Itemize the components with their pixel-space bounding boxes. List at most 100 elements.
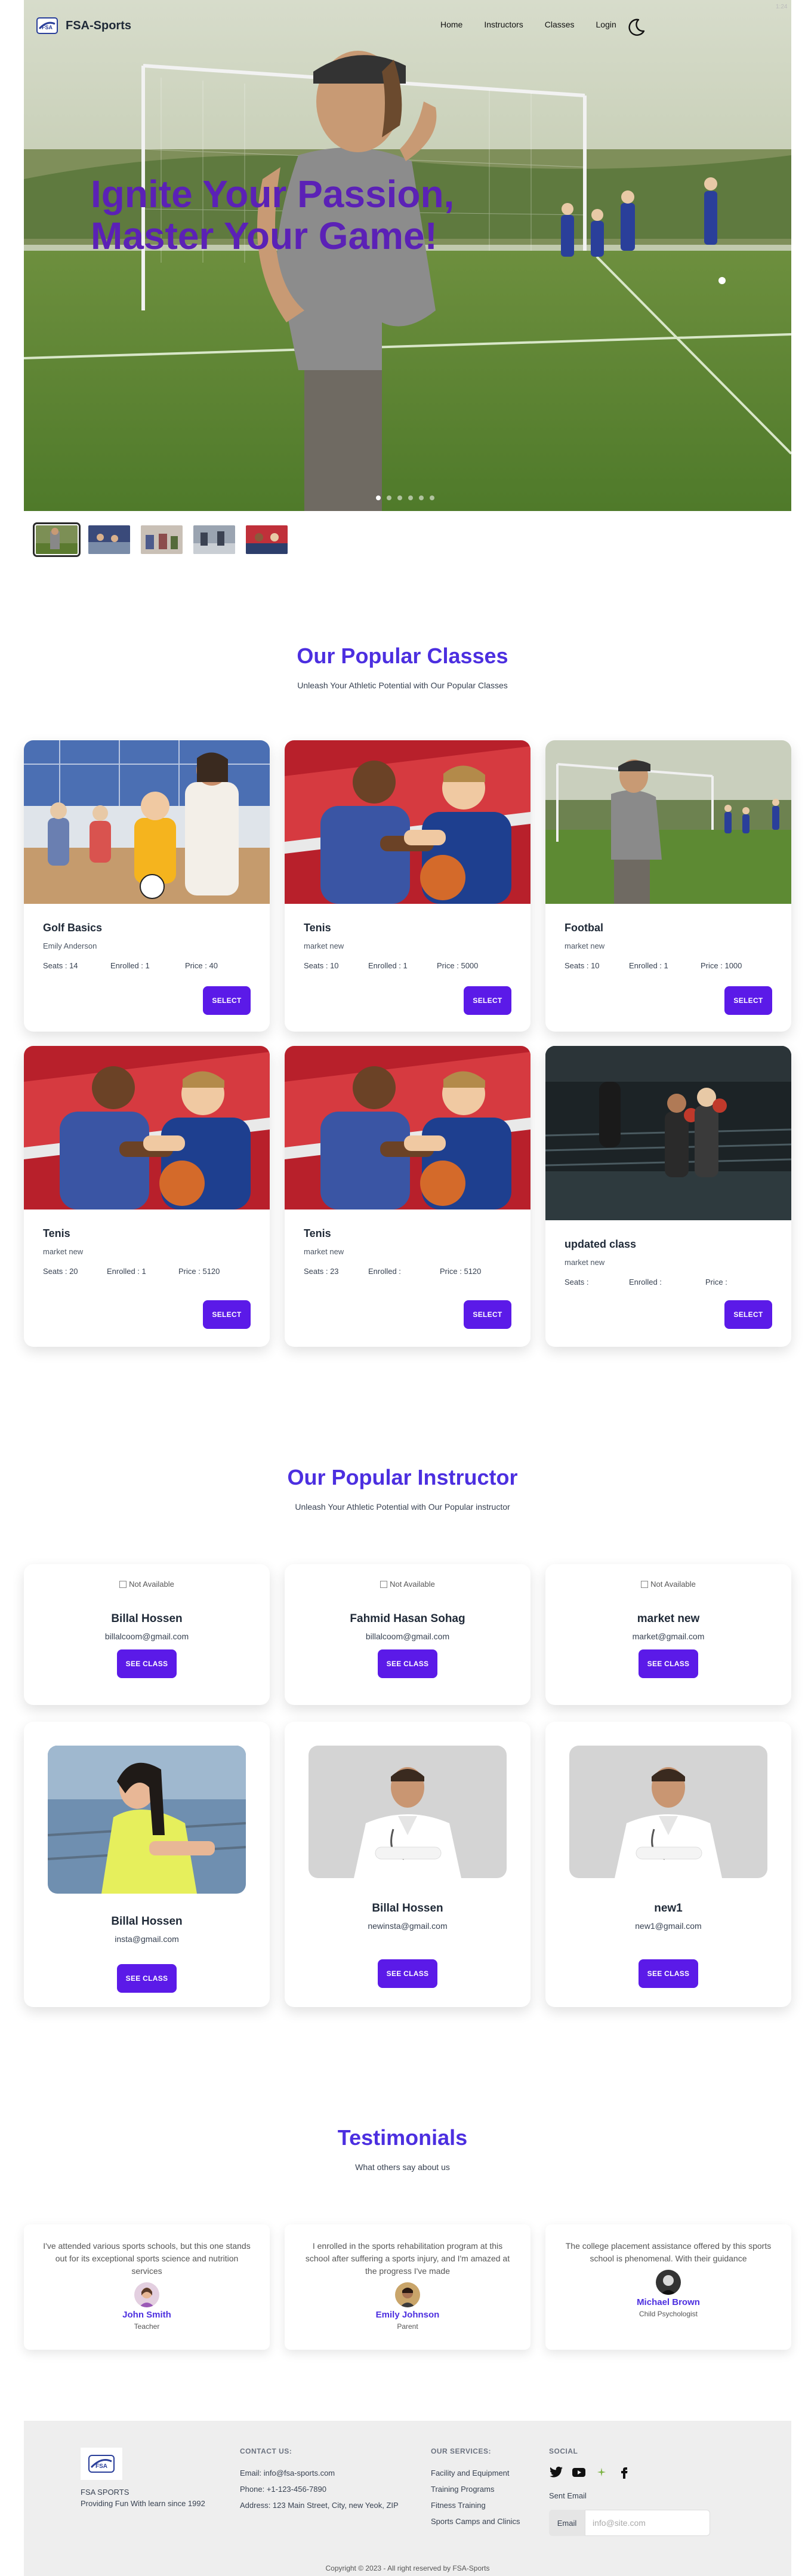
enrolled-value: 1 [145,961,150,970]
moon-icon[interactable] [625,17,647,38]
class-image [545,1046,791,1220]
footer-service-link[interactable]: Training Programs [431,2485,520,2494]
select-class-button[interactable]: SELECT [724,1300,772,1329]
footer-contact-phone[interactable]: Phone: +1-123-456-7890 [240,2485,399,2494]
select-class-button[interactable]: SELECT [724,986,772,1015]
instructor-email: insta@gmail.com [115,1934,179,1944]
select-class-button[interactable]: SELECT [464,1300,511,1329]
class-name: Tenis [304,922,331,934]
copyright: Copyright © 2023 - All right reserved by… [325,2564,490,2572]
select-class-button[interactable]: SELECT [203,1300,251,1329]
seats-value: 10 [330,961,339,970]
instructor-name: Billal Hossen [111,1915,183,1928]
hero-title: Ignite Your Passion, Master Your Game! [91,173,455,257]
select-class-button[interactable]: SELECT [464,986,511,1015]
carousel-dot[interactable] [397,495,402,500]
class-seats: Seats : [565,1278,629,1287]
class-seats: Seats : 10 [565,961,629,970]
footer-social: SOCIAL Sent Email Email [549,2447,710,2536]
footer-logo[interactable]: FSA [81,2448,122,2480]
instructor-email: billalcoom@gmail.com [104,1632,189,1641]
price-value: 5120 [202,1267,220,1276]
footer-service-link[interactable]: Facility and Equipment [431,2469,520,2477]
class-name: Golf Basics [43,922,103,934]
instructors-section-title: Our Popular Instructor [287,1465,518,1489]
footer-service-link[interactable]: Sports Camps and Clinics [431,2517,520,2526]
nav-link-login[interactable]: Login [596,20,616,29]
class-enrolled: Enrolled : [629,1278,705,1287]
carousel-dot[interactable] [430,495,434,500]
see-class-button[interactable]: SEE CLASS [378,1959,437,1988]
instructor-card: Billal Hossen newinsta@gmail.com SEE CLA… [285,1722,531,2007]
carousel-dot[interactable] [408,495,413,500]
youtube-icon[interactable] [572,2465,586,2479]
carousel-dot[interactable] [387,495,391,500]
see-class-button[interactable]: SEE CLASS [639,1649,698,1678]
class-price: Price : [705,1278,727,1287]
footer-service-link[interactable]: Fitness Training [431,2501,520,2510]
seats-value: 10 [591,961,600,970]
twitter-icon[interactable] [549,2465,563,2479]
brand-name: FSA-Sports [66,19,131,32]
carousel-thumbnail[interactable] [33,522,81,557]
broken-image-icon [380,1580,388,1588]
class-name: updated class [565,1238,637,1250]
carousel-thumbnail[interactable] [141,525,183,554]
email-label: Email [549,2510,585,2536]
enrolled-value: 1 [664,961,668,970]
sparkle-icon[interactable] [594,2465,609,2479]
footer-contact-email[interactable]: Email: info@fsa-sports.com [240,2469,399,2477]
class-seats: Seats : 14 [43,961,110,970]
class-name: Tenis [43,1227,70,1239]
see-class-button[interactable]: SEE CLASS [639,1959,698,1988]
nav-link-classes[interactable]: Classes [545,20,575,29]
testimonial-card: I enrolled in the sports rehabilitation … [285,2224,531,2350]
testimonial-card: I've attended various sports schools, bu… [24,2224,270,2350]
enrolled-label: Enrolled : [110,961,146,970]
testimonial-text: I've attended various sports schools, bu… [43,2241,251,2276]
carousel-thumbnail[interactable] [193,525,235,554]
footer-tagline: Providing Fun With learn since 1992 [81,2499,205,2508]
newsletter-email-input[interactable] [585,2510,710,2536]
class-card: Tenis market new Seats : 20 Enrolled : 1… [24,1046,270,1347]
class-name: Tenis [304,1227,331,1239]
instructor-email: new1@gmail.com [635,1921,702,1931]
price-value: 5120 [464,1267,482,1276]
testimonial-name: Emily Johnson [375,2310,440,2320]
facebook-icon[interactable] [617,2465,631,2479]
newsletter-form: Email [549,2510,710,2536]
instructor-name: Fahmid Hasan Sohag [350,1612,465,1625]
social-links [549,2465,710,2479]
nav-link-home[interactable]: Home [440,20,462,29]
seats-label: Seats : [565,1278,589,1287]
footer-services: OUR SERVICES: Facility and Equipment Tra… [431,2447,520,2533]
navbar: FSA FSA-Sports Home Instructors Classes … [0,0,805,53]
class-card: Tenis market new Seats : 10 Enrolled : 1… [285,740,531,1032]
footer: FSA FSA SPORTS Providing Fun With learn … [24,2421,791,2576]
nav-link-instructors[interactable]: Instructors [484,20,523,29]
carousel-thumbnails [33,522,288,557]
instructor-name: new1 [654,1902,683,1915]
carousel-thumbnail[interactable] [246,525,288,554]
instructor-email: market@gmail.com [632,1632,705,1641]
instructor-card: Not Available Billal Hossen billalcoom@g… [24,1564,270,1705]
select-class-button[interactable]: SELECT [203,986,251,1015]
instructor-photo [48,1746,246,1894]
instructor-card: Billal Hossen insta@gmail.com SEE CLASS [24,1722,270,2007]
fsa-logo-icon: FSA [88,2455,115,2473]
price-value: 1000 [724,961,742,970]
see-class-button[interactable]: SEE CLASS [117,1649,177,1678]
carousel-thumbnail[interactable] [88,525,130,554]
instructor-card: Not Available Fahmid Hasan Sohag billalc… [285,1564,531,1705]
svg-text:FSA: FSA [42,24,53,30]
class-price: Price : 40 [185,961,218,970]
instructor-card: Not Available market new market@gmail.co… [545,1564,791,1705]
see-class-button[interactable]: SEE CLASS [378,1649,437,1678]
price-label: Price : [705,1278,727,1287]
carousel-dot[interactable] [419,495,424,500]
brand[interactable]: FSA FSA-Sports [36,16,131,36]
seats-label: Seats : [304,961,331,970]
photo-alt-text: Not Available [650,1580,696,1589]
see-class-button[interactable]: SEE CLASS [117,1964,177,1993]
carousel-dot[interactable] [376,495,381,500]
